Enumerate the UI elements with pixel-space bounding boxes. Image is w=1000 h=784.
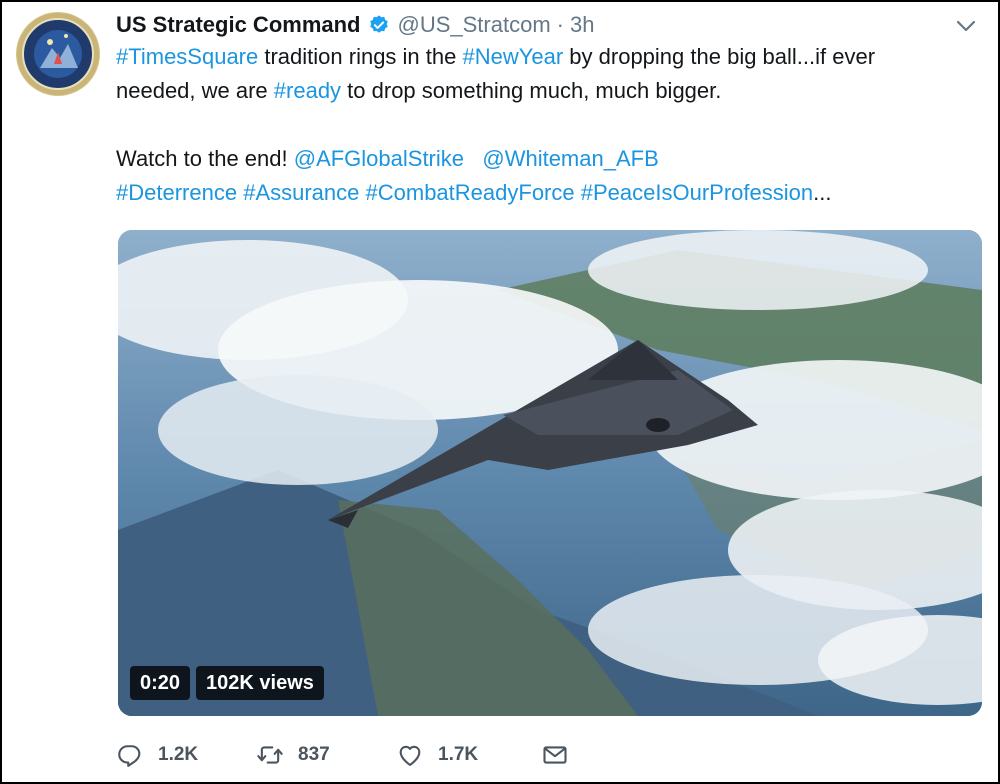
hashtag-newyear[interactable]: #NewYear	[462, 44, 563, 69]
tweet-actions: 1.2K 837 1.7K	[116, 738, 569, 772]
retweet-button[interactable]: 837	[256, 741, 396, 769]
hashtag-ready[interactable]: #ready	[274, 78, 341, 103]
envelope-icon	[543, 746, 567, 764]
like-button[interactable]: 1.7K	[396, 741, 541, 769]
hashtag-peaceisourprofession[interactable]: #PeaceIsOurProfession	[581, 180, 813, 205]
stratcom-seal-logo	[17, 13, 99, 95]
hashtag-combatreadyforce[interactable]: #CombatReadyForce	[366, 180, 575, 205]
tweet-line-2: needed, we are #ready to drop something …	[116, 74, 976, 108]
tweet-header: US Strategic Command @US_Stratcom · 3h	[116, 10, 594, 40]
retweet-icon	[257, 746, 283, 764]
direct-message-button[interactable]	[541, 741, 569, 769]
text-segment: tradition rings in the	[258, 44, 463, 69]
hashtag-assurance[interactable]: #Assurance	[243, 180, 359, 205]
tweet-line-3: Watch to the end! @AFGlobalStrike @White…	[116, 142, 976, 176]
display-name[interactable]: US Strategic Command	[116, 12, 361, 38]
video-thumbnail	[118, 230, 982, 716]
hashtag-deterrence[interactable]: #Deterrence	[116, 180, 237, 205]
mention-afglobalstrike[interactable]: @AFGlobalStrike	[294, 146, 464, 171]
user-handle[interactable]: @US_Stratcom	[398, 12, 551, 38]
avatar[interactable]	[16, 12, 100, 96]
text-segment: needed, we are	[116, 78, 274, 103]
video-badges: 0:20 102K views	[130, 666, 324, 700]
tweet-line-1: #TimesSquare tradition rings in the #New…	[116, 40, 976, 74]
like-count: 1.7K	[438, 744, 479, 765]
reply-button[interactable]: 1.2K	[116, 741, 256, 769]
reply-count: 1.2K	[158, 744, 199, 765]
video-player[interactable]: 0:20 102K views	[118, 230, 982, 716]
reply-icon	[118, 745, 141, 767]
separator-dot: ·	[556, 12, 564, 37]
text-ellipsis: ...	[813, 180, 832, 205]
retweet-count: 837	[298, 744, 330, 765]
text-segment: Watch to the end!	[116, 146, 294, 171]
tweet-card: US Strategic Command @US_Stratcom · 3h #…	[0, 0, 1000, 784]
text-segment: to drop something much, much bigger.	[341, 78, 722, 103]
mention-whiteman-afb[interactable]: @Whiteman_AFB	[482, 146, 658, 171]
heart-icon	[399, 745, 421, 766]
chevron-down-icon[interactable]	[954, 16, 978, 36]
verified-badge-icon	[368, 14, 390, 36]
video-duration: 0:20	[130, 666, 191, 700]
timestamp[interactable]: 3h	[570, 12, 594, 38]
text-segment: by dropping the big ball...if ever	[563, 44, 876, 69]
video-view-count: 102K views	[196, 666, 324, 700]
hashtag-timessquare[interactable]: #TimesSquare	[116, 44, 258, 69]
tweet-text: #TimesSquare tradition rings in the #New…	[116, 40, 976, 210]
tweet-line-4: #Deterrence #Assurance #CombatReadyForce…	[116, 176, 976, 210]
text-gap	[464, 146, 482, 171]
